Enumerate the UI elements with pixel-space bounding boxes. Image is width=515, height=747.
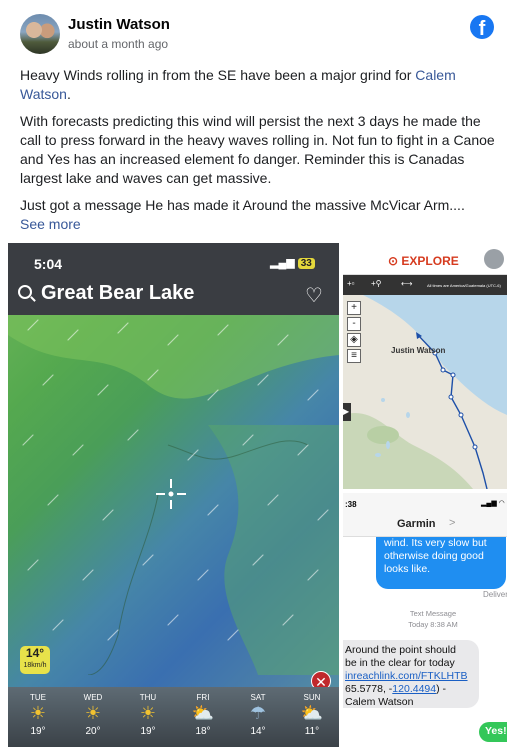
coords-text: 65.5778, - bbox=[345, 683, 393, 695]
coords-link[interactable]: 120.4494 bbox=[392, 683, 436, 695]
timezone-note: All times are America/Guatemala (UTC-6) bbox=[427, 283, 501, 288]
sun-icon: ☀ bbox=[139, 703, 157, 723]
forecast-temp: 14° bbox=[250, 726, 266, 737]
forecast-temp: 11° bbox=[304, 726, 320, 737]
forecast-day-label: WED bbox=[83, 693, 103, 702]
compass-icon[interactable]: ◈ bbox=[347, 333, 361, 347]
messages-photo[interactable]: :38 ▂▄▆ ◠ Garmin > wind. Its very slow b… bbox=[343, 493, 507, 747]
sun-icon: ☀ bbox=[84, 703, 102, 723]
photo-grid: 5:04 ▂▄▆ 33 Great Bear Lake ♡ 14° 18km/h… bbox=[8, 243, 507, 747]
forecast-day-label: THU bbox=[139, 693, 157, 702]
status-time: :38 bbox=[345, 500, 357, 509]
messages-header: :38 ▂▄▆ ◠ Garmin > bbox=[343, 493, 507, 537]
contact-name[interactable]: Garmin bbox=[397, 518, 436, 530]
post-paragraph-1-end: . bbox=[66, 86, 71, 102]
forecast-temp: 19° bbox=[30, 726, 46, 737]
explore-map-photo[interactable]: ⊙ EXPLORE +▫ +⚲ ⟷ All times are America/… bbox=[343, 243, 507, 489]
user-avatar[interactable] bbox=[484, 249, 504, 269]
forecast-day-label: FRI bbox=[196, 693, 210, 702]
coords-text-end: ) - bbox=[436, 683, 447, 695]
partly-cloudy-icon: ⛅ bbox=[191, 703, 215, 723]
see-more-link[interactable]: See more bbox=[20, 216, 81, 232]
current-temp-badge: 14° 18km/h bbox=[20, 646, 50, 674]
explore-logo-text: EXPLORE bbox=[401, 254, 459, 268]
status-icons: ▂▄▆ 33 bbox=[270, 256, 315, 269]
reply-message[interactable]: Yes!! bbox=[479, 722, 507, 742]
favorite-heart-icon[interactable]: ♡ bbox=[305, 283, 323, 308]
post-timestamp[interactable]: about a month ago bbox=[68, 37, 168, 51]
outgoing-message[interactable]: wind. Its very slow but otherwise doing … bbox=[376, 537, 506, 589]
post-body: Heavy Winds rolling in from the SE have … bbox=[20, 66, 495, 234]
forecast-day[interactable]: THU ☀ 19° bbox=[128, 693, 168, 737]
status-time: 5:04 bbox=[34, 256, 63, 272]
expand-panel-icon[interactable]: ▶ bbox=[343, 403, 351, 421]
author-avatar[interactable] bbox=[20, 14, 60, 54]
topo-map bbox=[343, 295, 507, 489]
author-name[interactable]: Justin Watson bbox=[68, 16, 170, 33]
partly-cloudy-icon: ⛅ bbox=[300, 703, 324, 723]
forecast-day-label: TUE bbox=[30, 693, 46, 702]
current-temp: 14° bbox=[25, 646, 45, 660]
message-signature: Calem Watson bbox=[345, 696, 414, 708]
forecast-temp: 20° bbox=[85, 726, 101, 737]
ruler-icon[interactable]: ⟷ bbox=[401, 279, 412, 288]
explore-logo: ⊙ EXPLORE bbox=[388, 254, 459, 268]
forecast-temp: 18° bbox=[195, 726, 211, 737]
wifi-icon: ▂▄▆ bbox=[270, 257, 295, 269]
battery-icon: 33 bbox=[297, 258, 315, 269]
post-paragraph-2: With forecasts predicting this wind will… bbox=[20, 113, 495, 186]
forecast-day[interactable]: TUE ☀ 19° bbox=[18, 693, 58, 737]
forecast-day-label: SAT bbox=[250, 693, 266, 702]
incoming-line: be in the clear for today bbox=[345, 657, 455, 669]
sun-icon: ☀ bbox=[29, 703, 47, 723]
inreach-link[interactable]: inreachlink.com/FTKLHTB bbox=[345, 670, 468, 682]
layers-stack-icon[interactable]: ≡ bbox=[347, 349, 361, 363]
forecast-day[interactable]: SUN ⛅ 11° bbox=[292, 693, 332, 737]
wind-speed: 18km/h bbox=[23, 662, 47, 669]
forecast-strip: TUE ☀ 19° WED ☀ 20° THU ☀ 19° FRI ⛅ 18° SAT ☂ 14° … bbox=[8, 687, 339, 747]
post-paragraph-3: Just got a message He has made it Around… bbox=[20, 196, 495, 234]
weather-app-topbar: 5:04 ▂▄▆ 33 Great Bear Lake ♡ bbox=[8, 243, 339, 315]
search-icon[interactable] bbox=[18, 285, 32, 299]
zoom-out-button[interactable]: - bbox=[347, 317, 361, 331]
signal-icon: ▂▄▆ ◠ bbox=[481, 500, 505, 507]
post-paragraph-1-text: Heavy Winds rolling in from the SE have … bbox=[20, 67, 416, 83]
forecast-day-label: SUN bbox=[303, 693, 321, 702]
forecast-day[interactable]: SAT ☂ 14° bbox=[238, 693, 278, 737]
delivered-status: Deliver bbox=[483, 590, 507, 599]
message-time: Today 8:38 AM bbox=[408, 620, 458, 629]
add-waypoint-icon[interactable]: +⚲ bbox=[371, 279, 382, 288]
incoming-line: Around the point should bbox=[345, 644, 456, 656]
zoom-in-button[interactable]: + bbox=[347, 301, 361, 315]
forecast-day[interactable]: FRI ⛅ 18° bbox=[183, 693, 223, 737]
message-type-label: Text Message bbox=[409, 609, 457, 618]
chevron-right-icon[interactable]: > bbox=[449, 517, 455, 529]
facebook-logo-icon[interactable]: f bbox=[470, 15, 494, 39]
map-place-label: Justin Watson bbox=[391, 346, 446, 355]
forecast-temp: 19° bbox=[140, 726, 156, 737]
weather-map-photo[interactable]: 5:04 ▂▄▆ 33 Great Bear Lake ♡ 14° 18km/h… bbox=[8, 243, 339, 747]
layers-icon[interactable]: +▫ bbox=[347, 279, 355, 288]
post-paragraph-3-text: Just got a message He has made it Around… bbox=[20, 197, 465, 213]
rain-icon: ☂ bbox=[249, 703, 267, 723]
post-header: Justin Watson about a month ago f bbox=[0, 0, 515, 60]
location-title: Great Bear Lake bbox=[41, 282, 195, 304]
explore-toolbar: +▫ +⚲ ⟷ All times are America/Guatemala … bbox=[343, 275, 507, 295]
incoming-message[interactable]: Around the point should be in the clear … bbox=[343, 640, 479, 708]
post-paragraph-1: Heavy Winds rolling in from the SE have … bbox=[20, 66, 495, 104]
crosshair-icon bbox=[156, 479, 186, 509]
explore-header: ⊙ EXPLORE bbox=[343, 243, 507, 275]
forecast-day[interactable]: WED ☀ 20° bbox=[73, 693, 113, 737]
message-meta: Text Message Today 8:38 AM bbox=[393, 608, 473, 630]
